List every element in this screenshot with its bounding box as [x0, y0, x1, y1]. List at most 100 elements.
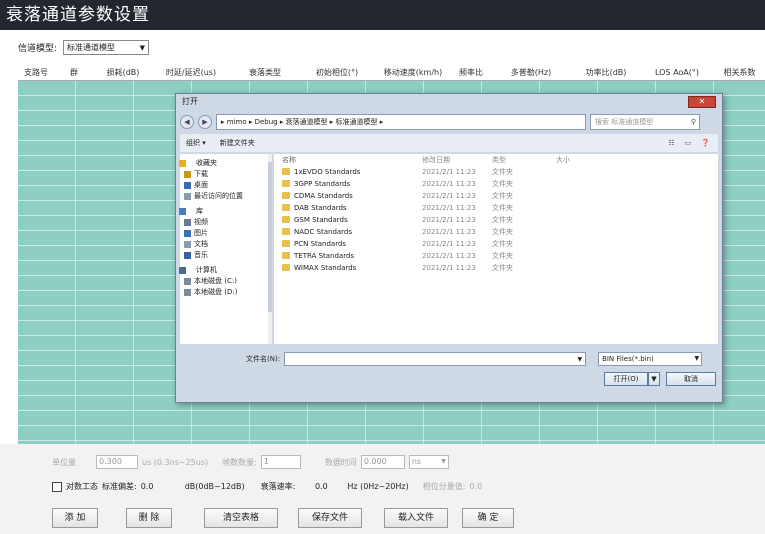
- rate-unit: Hz (0Hz~20Hz): [347, 482, 409, 491]
- column-header[interactable]: 支路号: [18, 64, 54, 80]
- ok-button[interactable]: 确 定: [462, 508, 514, 528]
- unit-label: 单位量: [52, 457, 76, 467]
- file-row[interactable]: 1xEVDO Standards 2021/2/1 11:23 文件夹: [274, 166, 718, 178]
- count-input[interactable]: 1: [260, 455, 301, 469]
- file-row[interactable]: GSM Standards 2021/2/1 11:23 文件夹: [274, 214, 718, 226]
- file-name: GSM Standards: [294, 216, 348, 224]
- nav-item[interactable]: 最近访问的位置: [180, 191, 271, 202]
- column-header[interactable]: 群: [54, 64, 94, 80]
- new-folder-button[interactable]: 新建文件夹: [220, 134, 255, 152]
- column-header[interactable]: 损耗(dB): [94, 64, 152, 80]
- file-row[interactable]: 3GPP Standards 2021/2/1 11:23 文件夹: [274, 178, 718, 190]
- nav-item[interactable]: 视频: [180, 217, 271, 228]
- column-header[interactable]: LOS AoA(°): [640, 64, 714, 80]
- load-file-button[interactable]: 载入文件: [384, 508, 448, 528]
- close-icon[interactable]: ✕: [688, 96, 716, 108]
- save-file-button[interactable]: 保存文件: [298, 508, 362, 528]
- folder-icon: [282, 228, 290, 235]
- rate-value[interactable]: 0.0: [299, 482, 343, 491]
- nav-item-label: 收藏夹: [196, 159, 217, 167]
- std-unit: dB(0dB~12dB): [184, 482, 245, 491]
- file-date: 2021/2/1 11:23: [422, 180, 476, 188]
- forward-icon[interactable]: ▶: [198, 115, 212, 129]
- column-header[interactable]: 多普勒(Hz): [490, 64, 572, 80]
- chevron-down-icon: ▼: [694, 355, 700, 362]
- file-date: 2021/2/1 11:23: [422, 252, 476, 260]
- file-row[interactable]: NADC Standards 2021/2/1 11:23 文件夹: [274, 226, 718, 238]
- open-dropdown-icon[interactable]: ▼: [648, 372, 660, 386]
- column-header[interactable]: 功率比(dB): [572, 64, 640, 80]
- dialog-title: 打开: [182, 97, 198, 106]
- nav-item[interactable]: 库: [179, 206, 271, 217]
- nav-item-label: 库: [196, 207, 203, 215]
- nav-item[interactable]: 下载: [180, 169, 271, 180]
- log-checkbox[interactable]: [52, 481, 62, 492]
- organize-button[interactable]: 组织 ▾: [186, 134, 206, 152]
- open-file-dialog: 打开 ✕ ◀ ▶ ▸ mimo ▸ Debug ▸ 衰落通道模型 ▸ 标准通道模…: [175, 93, 723, 403]
- file-type: 文件夹: [492, 192, 513, 200]
- file-type-select[interactable]: BIN Files(*.bin) ▼: [598, 352, 703, 366]
- column-date[interactable]: 修改日期: [422, 154, 492, 166]
- file-list[interactable]: 名称 修改日期 类型 大小 1xEVDO Standards 2021/2/1 1…: [274, 154, 718, 344]
- column-header[interactable]: 频率比: [452, 64, 490, 80]
- model-select[interactable]: 标准通道模型 ▼: [63, 40, 150, 55]
- file-date: 2021/2/1 11:23: [422, 168, 476, 176]
- delete-button[interactable]: 删 除: [126, 508, 172, 528]
- file-row[interactable]: CDMA Standards 2021/2/1 11:23 文件夹: [274, 190, 718, 202]
- search-input[interactable]: 搜索 标准通道模型 ⚲: [590, 114, 700, 130]
- column-header[interactable]: 初始相位(°): [300, 64, 374, 80]
- add-button[interactable]: 添 加: [52, 508, 98, 528]
- drive-icon: [184, 289, 191, 296]
- nav-item[interactable]: 文档: [180, 239, 271, 250]
- drive-icon: [184, 278, 191, 285]
- view-options-icon[interactable]: ☷: [668, 134, 674, 152]
- cancel-button[interactable]: 取消: [666, 372, 716, 386]
- corr-label: 相位分量值:: [422, 482, 466, 491]
- help-icon[interactable]: ❓: [701, 134, 710, 152]
- nav-item[interactable]: 桌面: [180, 180, 271, 191]
- column-header[interactable]: 相关系数: [714, 64, 765, 80]
- time-input[interactable]: 0.000: [360, 455, 405, 469]
- folder-icon: [282, 264, 290, 271]
- filename-input[interactable]: ▼: [284, 352, 587, 366]
- column-type[interactable]: 类型: [492, 154, 556, 166]
- file-name: CDMA Standards: [294, 192, 353, 200]
- file-row[interactable]: PCN Standards 2021/2/1 11:23 文件夹: [274, 238, 718, 250]
- preview-pane-icon[interactable]: ▭: [685, 134, 692, 152]
- file-date: 2021/2/1 11:23: [422, 228, 476, 236]
- folder-icon: [282, 252, 290, 259]
- count-label: 帧数数量:: [222, 457, 257, 467]
- column-name[interactable]: 名称: [274, 154, 422, 166]
- std-value[interactable]: 0.0: [141, 482, 181, 491]
- unit-input[interactable]: 0.300: [96, 455, 138, 469]
- folder-icon: [282, 192, 290, 199]
- column-size[interactable]: 大小: [556, 154, 616, 166]
- file-type: 文件夹: [492, 216, 513, 224]
- back-icon[interactable]: ◀: [180, 115, 194, 129]
- clear-table-button[interactable]: 清空表格: [204, 508, 278, 528]
- std-label: 标准偏差:: [102, 482, 137, 491]
- nav-item[interactable]: 计算机: [179, 265, 271, 276]
- column-header[interactable]: 移动速度(km/h): [374, 64, 452, 80]
- column-header[interactable]: 时延/延迟(us): [152, 64, 230, 80]
- nav-item[interactable]: 图片: [180, 228, 271, 239]
- nav-item[interactable]: 本地磁盘 (D:): [180, 287, 271, 298]
- file-row[interactable]: TETRA Standards 2021/2/1 11:23 文件夹: [274, 250, 718, 262]
- column-header[interactable]: 衰落类型: [230, 64, 300, 80]
- navigation-pane[interactable]: 收藏夹下载 桌面 最近访问的位置库视频 图片 文档 音乐计算机 本地磁盘 (C:) 本地磁盘 …: [179, 154, 272, 344]
- filename-row: 文件名(N): ▼ BIN Files(*.bin) ▼: [246, 352, 703, 366]
- picture-icon: [184, 230, 191, 237]
- file-row[interactable]: DAB Standards 2021/2/1 11:23 文件夹: [274, 202, 718, 214]
- file-type: 文件夹: [492, 252, 513, 260]
- open-button[interactable]: 打开(O): [604, 372, 648, 386]
- nav-item-label: 音乐: [194, 251, 208, 259]
- nav-item[interactable]: 本地磁盘 (C:): [180, 276, 271, 287]
- file-row[interactable]: WIMAX Standards 2021/2/1 11:23 文件夹: [274, 262, 718, 274]
- time-unit-select[interactable]: ns ▼: [408, 455, 449, 469]
- file-list-header: 名称 修改日期 类型 大小: [274, 154, 718, 166]
- file-name: PCN Standards: [294, 240, 347, 248]
- nav-item[interactable]: 收藏夹: [179, 158, 271, 169]
- nav-item[interactable]: 音乐: [180, 250, 271, 261]
- path-breadcrumb[interactable]: ▸ mimo ▸ Debug ▸ 衰落通道模型 ▸ 标准通道模型 ▸: [216, 114, 586, 130]
- file-name: 3GPP Standards: [294, 180, 351, 188]
